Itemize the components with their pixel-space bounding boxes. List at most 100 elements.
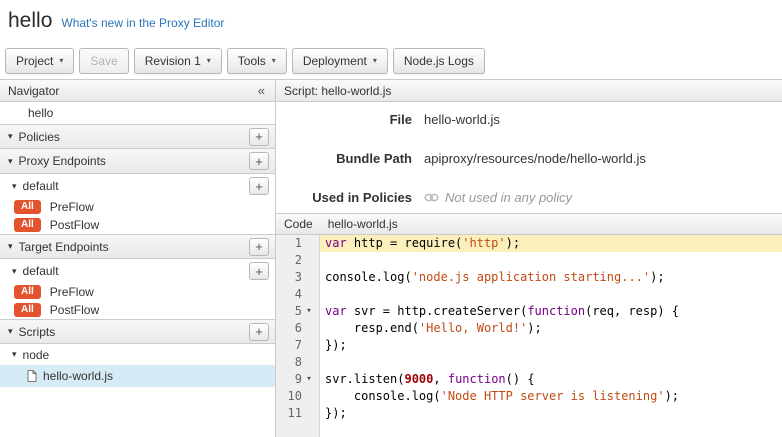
line-number[interactable]: 7	[276, 337, 302, 354]
gutter-cell[interactable]: 7	[276, 337, 320, 354]
triangle-down-icon[interactable]: ▾	[8, 132, 13, 141]
proxy-editor-app: hello What's new in the Proxy Editor Pro…	[0, 0, 782, 437]
collapse-sidebar-icon[interactable]: «	[254, 84, 269, 97]
gutter-cell[interactable]: 11	[276, 405, 320, 422]
nav-item-proxy-preflow[interactable]: All PreFlow	[0, 198, 275, 216]
code-line[interactable]: 8	[276, 354, 782, 371]
gutter-cell[interactable]: 10	[276, 388, 320, 405]
fold-spacer	[302, 388, 316, 405]
line-number[interactable]: 10	[276, 388, 302, 405]
nodejs-logs-button[interactable]: Node.js Logs	[393, 48, 485, 74]
code-line-text[interactable]: var svr = http.createServer(function(req…	[320, 303, 782, 320]
code-line-text[interactable]: console.log('node.js application startin…	[320, 269, 782, 286]
proxy-name-title: hello	[8, 9, 52, 33]
field-bundle-path-label: Bundle Path	[276, 151, 424, 166]
line-number[interactable]: 1	[276, 235, 302, 252]
gutter-cell[interactable]: 9▾	[276, 371, 320, 388]
line-number[interactable]: 5	[276, 303, 302, 320]
revision-menu-button[interactable]: Revision 1 ▾	[134, 48, 222, 74]
fold-spacer	[302, 337, 316, 354]
code-line-text[interactable]: console.log('Node HTTP server is listeni…	[320, 388, 782, 405]
triangle-down-icon[interactable]: ▾	[12, 267, 17, 276]
add-target-endpoint-button[interactable]: +	[249, 238, 269, 256]
nav-item-target-default[interactable]: ▾ default +	[0, 259, 275, 283]
project-menu-button[interactable]: Project ▾	[5, 48, 74, 74]
add-proxy-endpoint-button[interactable]: +	[249, 152, 269, 170]
gutter-cell[interactable]: 2	[276, 252, 320, 269]
code-line-text[interactable]	[320, 252, 782, 269]
code-line[interactable]: 10 console.log('Node HTTP server is list…	[276, 388, 782, 405]
field-bundle-path: Bundle Path apiproxy/resources/node/hell…	[276, 151, 782, 166]
nav-item-target-postflow[interactable]: All PostFlow	[0, 301, 275, 319]
section-target-endpoints[interactable]: ▾ Target Endpoints +	[0, 234, 275, 259]
triangle-down-icon[interactable]: ▾	[8, 157, 13, 166]
nav-item-proxy-postflow[interactable]: All PostFlow	[0, 216, 275, 234]
nav-item-target-preflow[interactable]: All PreFlow	[0, 283, 275, 301]
code-section-header: Code hello-world.js	[276, 213, 782, 235]
tools-menu-button[interactable]: Tools ▾	[227, 48, 287, 74]
save-button[interactable]: Save	[79, 48, 128, 74]
section-policies-label: Policies	[19, 130, 60, 144]
code-line[interactable]: 6 resp.end('Hello, World!');	[276, 320, 782, 337]
fold-spacer	[302, 286, 316, 303]
section-policies[interactable]: ▾ Policies +	[0, 124, 275, 149]
code-line[interactable]: 3 console.log('node.js application starti…	[276, 269, 782, 286]
toolbar: Project ▾ Save Revision 1 ▾ Tools ▾ Depl…	[0, 42, 782, 79]
nav-item-hello-world-js[interactable]: hello-world.js	[0, 365, 275, 387]
line-number[interactable]: 2	[276, 252, 302, 269]
line-number[interactable]: 3	[276, 269, 302, 286]
nav-item-proxy-root[interactable]: hello	[0, 102, 275, 124]
code-line-text[interactable]: resp.end('Hello, World!');	[320, 320, 782, 337]
code-line[interactable]: 4	[276, 286, 782, 303]
line-number[interactable]: 9	[276, 371, 302, 388]
code-line-text[interactable]: svr.listen(9000, function() {	[320, 371, 782, 388]
code-line-text[interactable]	[320, 354, 782, 371]
script-detail-panel: Script: hello-world.js File hello-world.…	[276, 80, 782, 437]
code-line[interactable]: 7});	[276, 337, 782, 354]
add-flow-button[interactable]: +	[249, 177, 269, 195]
nav-item-label: default	[23, 264, 59, 278]
line-number[interactable]: 4	[276, 286, 302, 303]
deployment-menu-button[interactable]: Deployment ▾	[292, 48, 388, 74]
code-line[interactable]: 2	[276, 252, 782, 269]
line-number[interactable]: 8	[276, 354, 302, 371]
section-proxy-endpoints[interactable]: ▾ Proxy Endpoints +	[0, 149, 275, 174]
code-editor[interactable]: 1 var http = require('http'); 23 console.lo…	[276, 235, 782, 437]
add-script-button[interactable]: +	[249, 323, 269, 341]
gutter-cell[interactable]: 8	[276, 354, 320, 371]
code-line-text[interactable]	[320, 286, 782, 303]
nav-item-node-folder[interactable]: ▾ node	[0, 344, 275, 365]
line-number[interactable]: 6	[276, 320, 302, 337]
used-in-policies-text: Not used in any policy	[445, 190, 572, 205]
section-scripts-label: Scripts	[19, 325, 56, 339]
code-line[interactable]: 11});	[276, 405, 782, 422]
whats-new-link[interactable]: What's new in the Proxy Editor	[61, 16, 224, 30]
code-line-text[interactable]: });	[320, 405, 782, 422]
triangle-down-icon[interactable]: ▾	[8, 327, 13, 336]
section-scripts[interactable]: ▾ Scripts +	[0, 319, 275, 344]
code-line-text[interactable]: });	[320, 337, 782, 354]
gutter-cell[interactable]: 4	[276, 286, 320, 303]
code-line[interactable]: 5▾var svr = http.createServer(function(r…	[276, 303, 782, 320]
code-line[interactable]: 1 var http = require('http');	[276, 235, 782, 252]
line-number[interactable]: 11	[276, 405, 302, 422]
code-line[interactable]: 9▾svr.listen(9000, function() {	[276, 371, 782, 388]
gutter-cell[interactable]: 1	[276, 235, 320, 252]
script-panel-title: Script: hello-world.js	[284, 84, 391, 98]
triangle-down-icon[interactable]: ▾	[8, 242, 13, 251]
gutter-cell[interactable]: 3	[276, 269, 320, 286]
page-header: hello What's new in the Proxy Editor	[0, 0, 782, 42]
field-file-value: hello-world.js	[424, 112, 500, 127]
workspace: Navigator « hello ▾ Policies + ▾ Proxy E…	[0, 79, 782, 437]
add-policy-button[interactable]: +	[249, 128, 269, 146]
fold-arrow-icon[interactable]: ▾	[302, 371, 316, 388]
add-flow-button[interactable]: +	[249, 262, 269, 280]
nav-item-proxy-default[interactable]: ▾ default +	[0, 174, 275, 198]
triangle-down-icon[interactable]: ▾	[12, 182, 17, 191]
gutter-cell[interactable]: 6	[276, 320, 320, 337]
navigator-header: Navigator «	[0, 80, 275, 102]
triangle-down-icon[interactable]: ▾	[12, 350, 17, 359]
fold-arrow-icon[interactable]: ▾	[302, 303, 316, 320]
code-line-text[interactable]: var http = require('http');	[320, 235, 782, 252]
gutter-cell[interactable]: 5▾	[276, 303, 320, 320]
